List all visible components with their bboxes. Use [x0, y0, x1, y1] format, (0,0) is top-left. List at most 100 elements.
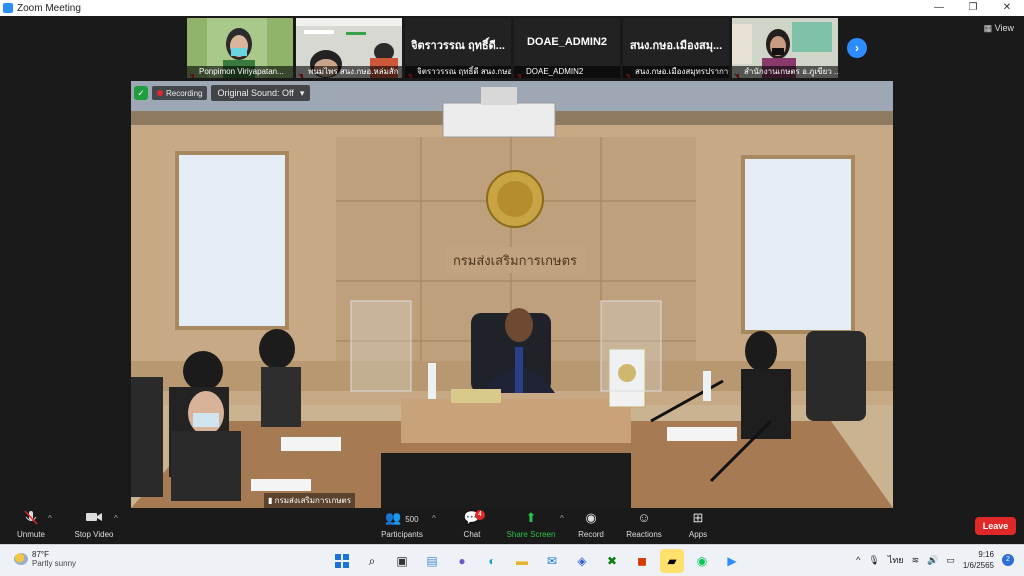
record-icon: ◉ — [585, 510, 597, 525]
start-windows-icon[interactable] — [330, 549, 354, 573]
clock[interactable]: 9:16 1/6/2565 — [963, 549, 994, 571]
participant-caption: DOAE_ADMIN2 — [514, 66, 620, 78]
weather-condition: Partly sunny — [32, 559, 77, 568]
participant-tile[interactable]: สนง.กษอ.เมืองสมุ... สนง.กษอ.เมืองสมุทรปร… — [623, 18, 729, 78]
recording-label: Recording — [166, 88, 203, 98]
participants-button[interactable]: 👥 500 Participants — [378, 510, 426, 539]
stop-video-button[interactable]: Stop Video — [70, 510, 118, 539]
notification-badge[interactable]: 2 — [1002, 554, 1014, 566]
clock-time: 9:16 — [978, 550, 994, 559]
view-label: View — [994, 23, 1014, 33]
weather-temperature: 87°F — [32, 550, 49, 559]
wifi-icon[interactable]: ≋ — [912, 555, 920, 566]
reactions-label: Reactions — [626, 530, 662, 539]
conference-room-scene: กรมส่งเสริมการเกษตร — [131, 81, 893, 508]
grid-icon: ▦ — [983, 23, 995, 33]
edge-browser-icon[interactable]: ◐ — [480, 549, 504, 573]
view-button[interactable]: ▦ View — [984, 23, 1014, 34]
chat-label: Chat — [463, 530, 481, 539]
apps-button[interactable]: ⊞ Apps — [684, 510, 712, 539]
participant-display-name: สนง.กษอ.เมืองสมุ... — [629, 40, 723, 52]
zoom-app-icon — [3, 3, 13, 13]
system-tray: ^ 🎙 ไทย ≋ 🔊 ▭ 9:16 1/6/2565 2 — [856, 549, 1014, 571]
participant-caption: Ponpimon Viriyapatan... — [187, 66, 293, 78]
zoom-app-icon[interactable]: ▶ — [720, 549, 744, 573]
recording-indicator[interactable]: Recording — [152, 86, 208, 100]
meeting-stage: Ponpimon Viriyapatan... พนมไพร สนง.กษอ.ห… — [0, 16, 1024, 508]
meeting-toolbar: Unmute ^ Stop Video ^ 👥 500 Participants… — [0, 508, 1024, 544]
chevron-up-icon[interactable]: ^ — [856, 555, 860, 565]
main-speaker-video: กรมส่งเสริมการเกษตร ▮ กรมส่งเสริมการเกษต… — [131, 81, 893, 508]
office-icon[interactable]: ◼ — [630, 549, 654, 573]
reactions-button[interactable]: ☺ Reactions — [624, 510, 664, 539]
battery-icon[interactable]: ▭ — [946, 555, 955, 566]
chevron-down-icon: ▾ — [299, 88, 305, 98]
participants-count: 500 — [405, 515, 419, 524]
line-app-icon[interactable]: ◉ — [690, 549, 714, 573]
share-options-caret[interactable]: ^ — [560, 514, 564, 523]
widgets-icon[interactable]: ▤ — [420, 549, 444, 573]
original-sound-dropdown[interactable]: Original Sound: Off ▾ — [211, 85, 311, 101]
leave-button[interactable]: Leave — [975, 517, 1016, 535]
record-label: Record — [578, 530, 604, 539]
participant-display-name: DOAE_ADMIN2 — [526, 36, 608, 48]
participant-tile[interactable]: พนมไพร สนง.กษอ.หล่มสัก — [296, 18, 402, 78]
participants-icon: 👥 — [385, 510, 402, 525]
signal-icon: ▮ — [268, 496, 275, 505]
participant-thumbnail-strip: Ponpimon Viriyapatan... พนมไพร สนง.กษอ.ห… — [187, 18, 838, 78]
share-screen-button[interactable]: ⬆ Share Screen — [504, 510, 558, 539]
search-icon[interactable]: ⌕ — [360, 549, 384, 573]
weather-widget[interactable]: 87°F Partly sunny — [14, 550, 76, 568]
title-bar: Zoom Meeting — ❐ ✕ — [0, 0, 1024, 16]
participants-label: Participants — [381, 530, 423, 539]
unmute-button[interactable]: Unmute — [14, 510, 48, 539]
close-button[interactable]: ✕ — [990, 0, 1024, 16]
apps-label: Apps — [688, 530, 708, 539]
clock-date: 1/6/2565 — [962, 561, 994, 570]
chat-unread-badge: 4 — [475, 510, 485, 520]
audio-options-caret[interactable]: ^ — [48, 514, 52, 523]
speaker-name: ▮ กรมส่งเสริมการเกษตร — [264, 493, 355, 508]
wall-sign-text: กรมส่งเสริมการเกษตร — [453, 254, 577, 269]
partly-sunny-icon — [14, 553, 28, 565]
participant-caption: จิตราวรรณ ฤทธิ์ดี สนง.กษอ.ท่า... — [405, 66, 511, 78]
windows-taskbar: 87°F Partly sunny ⌕ ▣ ▤ ● ◐ ▬ ✉ ◈ ✖ ◼ ▰ … — [0, 544, 1024, 576]
record-dot-icon — [157, 90, 163, 96]
minimize-button[interactable]: — — [922, 0, 956, 16]
participant-caption: สนง.กษอ.เมืองสมุทรปราการ... — [623, 66, 729, 78]
teams-chat-icon[interactable]: ● — [450, 549, 474, 573]
original-sound-label: Original Sound: Off — [217, 88, 294, 98]
task-view-icon[interactable]: ▣ — [390, 549, 414, 573]
participant-caption: สำนักงานเกษตร อ.ภูเขียว ... — [732, 66, 838, 78]
sticky-notes-icon[interactable]: ▰ — [660, 549, 684, 573]
restore-button[interactable]: ❐ — [956, 0, 990, 16]
participants-options-caret[interactable]: ^ — [432, 514, 436, 523]
video-camera-icon — [70, 510, 118, 528]
participant-tile[interactable]: DOAE_ADMIN2 DOAE_ADMIN2 — [514, 18, 620, 78]
mail-icon[interactable]: ✉ — [540, 549, 564, 573]
xbox-icon[interactable]: ✖ — [600, 549, 624, 573]
meeting-status-bar: ✓ Recording Original Sound: Off ▾ — [134, 85, 311, 101]
volume-icon[interactable]: 🔊 — [927, 555, 938, 566]
participant-tile[interactable]: Ponpimon Viriyapatan... — [187, 18, 293, 78]
participant-caption: พนมไพร สนง.กษอ.หล่มสัก — [296, 66, 402, 78]
share-screen-label: Share Screen — [506, 530, 556, 539]
apps-icon: ⊞ — [692, 510, 704, 525]
window-title: Zoom Meeting — [17, 2, 81, 14]
participant-tile[interactable]: จิตราวรรณ ฤทธิ์ดี... จิตราวรรณ ฤทธิ์ดี ส… — [405, 18, 511, 78]
next-page-button[interactable]: › — [847, 38, 867, 58]
file-explorer-icon[interactable]: ▬ — [510, 549, 534, 573]
smiley-plus-icon: ☺ — [637, 510, 651, 525]
share-screen-icon: ⬆ — [525, 510, 537, 525]
stop-video-label: Stop Video — [74, 530, 114, 539]
participant-display-name: จิตราวรรณ ฤทธิ์ดี... — [411, 40, 505, 52]
ms-store-icon[interactable]: ◈ — [570, 549, 594, 573]
taskbar-apps: ⌕ ▣ ▤ ● ◐ ▬ ✉ ◈ ✖ ◼ ▰ ◉ ▶ — [330, 549, 744, 573]
participant-tile[interactable]: สำนักงานเกษตร อ.ภูเขียว ... — [732, 18, 838, 78]
language-indicator[interactable]: ไทย — [888, 553, 904, 567]
unmute-label: Unmute — [16, 530, 45, 539]
shield-icon[interactable]: ✓ — [134, 86, 148, 100]
microphone-icon[interactable]: 🎙 — [868, 555, 879, 566]
record-button[interactable]: ◉ Record — [574, 510, 608, 539]
video-options-caret[interactable]: ^ — [114, 514, 118, 523]
